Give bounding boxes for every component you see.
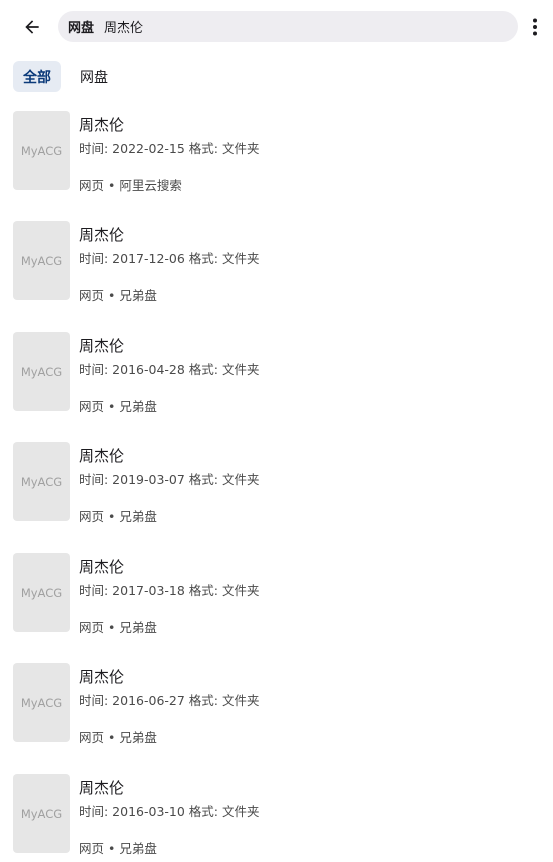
result-type: 网页 <box>79 178 105 193</box>
result-source: 网页 • 兄弟盘 <box>79 617 157 636</box>
result-title: 周杰伦 <box>79 337 125 355</box>
thumbnail: MyACG <box>13 221 70 300</box>
more-options-button[interactable] <box>522 9 548 45</box>
result-source-name: 阿里云搜索 <box>119 178 182 193</box>
list-item[interactable]: MyACG 周杰伦 时间: 2022-02-15 格式: 文件夹 网页 • 阿里云搜… <box>0 100 553 210</box>
filter-tabs: 全部 网盘 <box>13 61 125 92</box>
separator-dot: • <box>108 178 116 193</box>
separator-dot: • <box>108 730 116 745</box>
tab-netdisk[interactable]: 网盘 <box>63 61 125 92</box>
list-item[interactable]: MyACG 周杰伦 时间: 2016-04-28 格式: 文件夹 网页 • 兄弟盘 <box>0 321 553 431</box>
result-type: 网页 <box>79 620 105 635</box>
tab-all[interactable]: 全部 <box>13 61 61 92</box>
separator-dot: • <box>108 399 116 414</box>
result-source: 网页 • 兄弟盘 <box>79 506 157 525</box>
list-item[interactable]: MyACG 周杰伦 时间: 2017-12-06 格式: 文件夹 网页 • 兄弟盘 <box>0 210 553 320</box>
result-title: 周杰伦 <box>79 558 125 576</box>
result-source: 网页 • 兄弟盘 <box>79 838 157 857</box>
thumbnail: MyACG <box>13 111 70 190</box>
result-meta: 时间: 2017-03-18 格式: 文件夹 <box>79 583 260 598</box>
separator-dot: • <box>108 509 116 524</box>
thumbnail: MyACG <box>13 774 70 853</box>
result-type: 网页 <box>79 841 105 856</box>
result-meta: 时间: 2016-04-28 格式: 文件夹 <box>79 362 260 377</box>
search-scope-chip[interactable]: 网盘 <box>68 17 94 36</box>
separator-dot: • <box>108 288 116 303</box>
result-source-name: 兄弟盘 <box>119 399 157 414</box>
app: 网盘 周杰伦 全部 网盘 MyACG 周杰伦 时间: 2022-02-15 格式… <box>0 0 553 862</box>
result-meta: 时间: 2016-06-27 格式: 文件夹 <box>79 693 260 708</box>
separator-dot: • <box>108 841 116 856</box>
result-title: 周杰伦 <box>79 779 125 797</box>
thumbnail: MyACG <box>13 332 70 411</box>
result-source: 网页 • 阿里云搜索 <box>79 175 182 194</box>
result-type: 网页 <box>79 288 105 303</box>
search-input[interactable]: 网盘 周杰伦 <box>58 11 518 42</box>
list-item[interactable]: MyACG 周杰伦 时间: 2017-03-18 格式: 文件夹 网页 • 兄弟盘 <box>0 542 553 652</box>
thumbnail: MyACG <box>13 442 70 521</box>
back-button[interactable] <box>14 9 50 45</box>
list-item[interactable]: MyACG 周杰伦 时间: 2016-06-27 格式: 文件夹 网页 • 兄弟盘 <box>0 652 553 762</box>
separator-dot: • <box>108 620 116 635</box>
result-source-name: 兄弟盘 <box>119 288 157 303</box>
thumbnail: MyACG <box>13 663 70 742</box>
result-type: 网页 <box>79 399 105 414</box>
result-source-name: 兄弟盘 <box>119 620 157 635</box>
more-vertical-icon <box>533 18 537 36</box>
result-type: 网页 <box>79 509 105 524</box>
result-source: 网页 • 兄弟盘 <box>79 727 157 746</box>
result-source-name: 兄弟盘 <box>119 509 157 524</box>
thumbnail: MyACG <box>13 553 70 632</box>
result-source: 网页 • 兄弟盘 <box>79 285 157 304</box>
result-source: 网页 • 兄弟盘 <box>79 396 157 415</box>
result-title: 周杰伦 <box>79 668 125 686</box>
result-title: 周杰伦 <box>79 116 125 134</box>
result-source-name: 兄弟盘 <box>119 730 157 745</box>
result-meta: 时间: 2017-12-06 格式: 文件夹 <box>79 251 260 266</box>
result-title: 周杰伦 <box>79 447 125 465</box>
result-title: 周杰伦 <box>79 226 125 244</box>
list-item[interactable]: MyACG 周杰伦 时间: 2016-03-10 格式: 文件夹 网页 • 兄弟盘 <box>0 763 553 862</box>
result-meta: 时间: 2016-03-10 格式: 文件夹 <box>79 804 260 819</box>
arrow-left-icon <box>25 20 39 34</box>
result-meta: 时间: 2022-02-15 格式: 文件夹 <box>79 141 260 156</box>
result-source-name: 兄弟盘 <box>119 841 157 856</box>
result-type: 网页 <box>79 730 105 745</box>
list-item[interactable]: MyACG 周杰伦 时间: 2019-03-07 格式: 文件夹 网页 • 兄弟盘 <box>0 431 553 541</box>
result-meta: 时间: 2019-03-07 格式: 文件夹 <box>79 472 260 487</box>
search-query-text: 周杰伦 <box>104 21 144 36</box>
top-bar: 网盘 周杰伦 <box>0 0 553 54</box>
